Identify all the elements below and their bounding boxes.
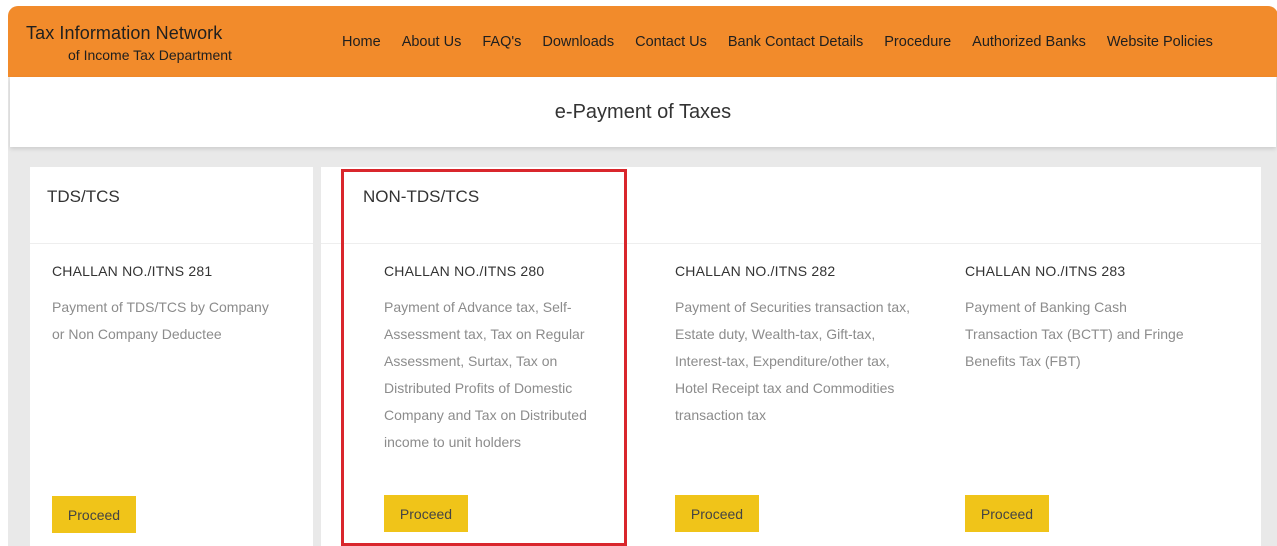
desc-line: Benefits Tax (FBT) <box>965 353 1081 369</box>
highlight-box <box>341 169 627 546</box>
desc-line: Payment of Banking Cash <box>965 299 1127 315</box>
page-title: e-Payment of Taxes <box>554 101 732 123</box>
proceed-button-282[interactable]: Proceed <box>675 495 759 532</box>
nav-home[interactable]: Home <box>342 34 381 50</box>
desc-line: Payment of Securities transaction tax, <box>675 299 910 315</box>
page-title-bar: e-Payment of Taxes <box>10 77 1276 147</box>
challan-283-description: Payment of Banking Cash Transaction Tax … <box>965 294 1225 375</box>
nav-about-us[interactable]: About Us <box>402 34 462 50</box>
desc-line: Hotel Receipt tax and Commodities <box>675 380 895 396</box>
desc-line: or Non Company Deductee <box>52 326 222 342</box>
tds-tcs-card-header: TDS/TCS <box>30 167 313 244</box>
brand-title[interactable]: Tax Information Network <box>26 23 222 44</box>
challan-282-label: CHALLAN NO./ITNS 282 <box>675 263 836 279</box>
brand-subtitle: of Income Tax Department <box>68 47 232 63</box>
proceed-button-281[interactable]: Proceed <box>52 496 136 533</box>
challan-281: CHALLAN NO./ITNS 281 Payment of TDS/TCS … <box>52 263 302 348</box>
challan-281-description: Payment of TDS/TCS by Company or Non Com… <box>52 294 302 348</box>
nav-faqs[interactable]: FAQ's <box>482 34 521 50</box>
site-header: Tax Information Network of Income Tax De… <box>8 6 1277 77</box>
nav-website-policies[interactable]: Website Policies <box>1107 34 1213 50</box>
browser-frame: Tax Information Network of Income Tax De… <box>8 6 1277 546</box>
desc-line: Transaction Tax (BCTT) and Fringe <box>965 326 1184 342</box>
desc-line: Interest-tax, Expenditure/other tax, <box>675 353 890 369</box>
proceed-button-283[interactable]: Proceed <box>965 495 1049 532</box>
tds-tcs-card: TDS/TCS CHALLAN NO./ITNS 281 Payment of … <box>30 167 313 546</box>
challan-281-label: CHALLAN NO./ITNS 281 <box>52 263 213 279</box>
desc-line: Estate duty, Wealth-tax, Gift-tax, <box>675 326 876 342</box>
nav-authorized-banks[interactable]: Authorized Banks <box>972 34 1086 50</box>
desc-line: transaction tax <box>675 407 767 423</box>
nav-bank-contact-details[interactable]: Bank Contact Details <box>728 34 863 50</box>
main-nav: Home About Us FAQ's Downloads Contact Us… <box>342 34 1234 50</box>
challan-283: CHALLAN NO./ITNS 283 Payment of Banking … <box>965 263 1225 375</box>
desc-line: Payment of TDS/TCS by Company <box>52 299 269 315</box>
nav-contact-us[interactable]: Contact Us <box>635 34 707 50</box>
nav-downloads[interactable]: Downloads <box>542 34 614 50</box>
challan-282: CHALLAN NO./ITNS 282 Payment of Securiti… <box>675 263 945 429</box>
tds-tcs-title: TDS/TCS <box>47 187 120 206</box>
challan-283-label: CHALLAN NO./ITNS 283 <box>965 263 1126 279</box>
challan-282-description: Payment of Securities transaction tax, E… <box>675 294 945 429</box>
nav-procedure[interactable]: Procedure <box>884 34 951 50</box>
